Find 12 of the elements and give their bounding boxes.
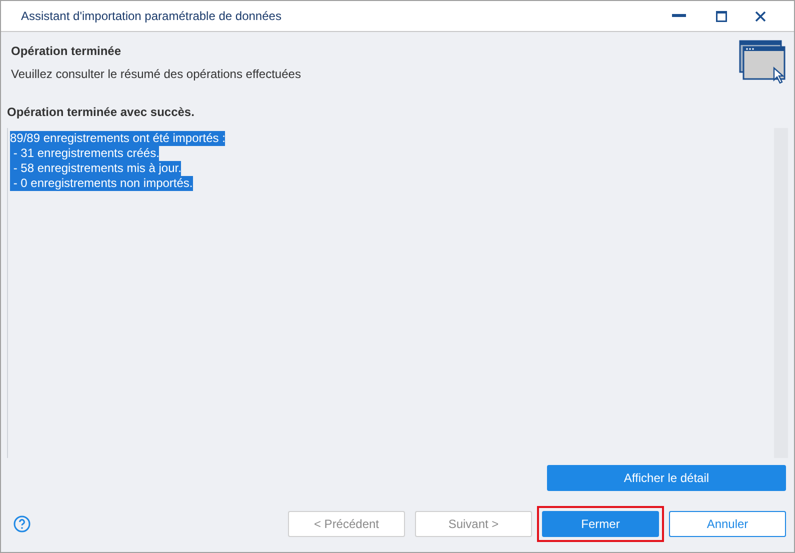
window-title: Assistant d'importation paramétrable de données (21, 8, 282, 25)
step-subtitle: Veuillez consulter le résumé des opérations effectuées (11, 66, 302, 83)
detail-button[interactable]: Afficher le détail (547, 465, 786, 491)
step-title: Opération terminée (11, 43, 122, 60)
maximize-icon[interactable] (716, 10, 727, 22)
help-icon[interactable] (13, 515, 31, 533)
close-icon[interactable] (755, 10, 766, 22)
windows-cursor-icon (739, 40, 786, 84)
minimize-icon[interactable] (672, 14, 686, 18)
status-message: Opération terminée avec succès. (7, 105, 194, 119)
close-button[interactable]: Fermer (542, 511, 659, 537)
wizard-button[interactable]: Annuler (669, 511, 786, 537)
